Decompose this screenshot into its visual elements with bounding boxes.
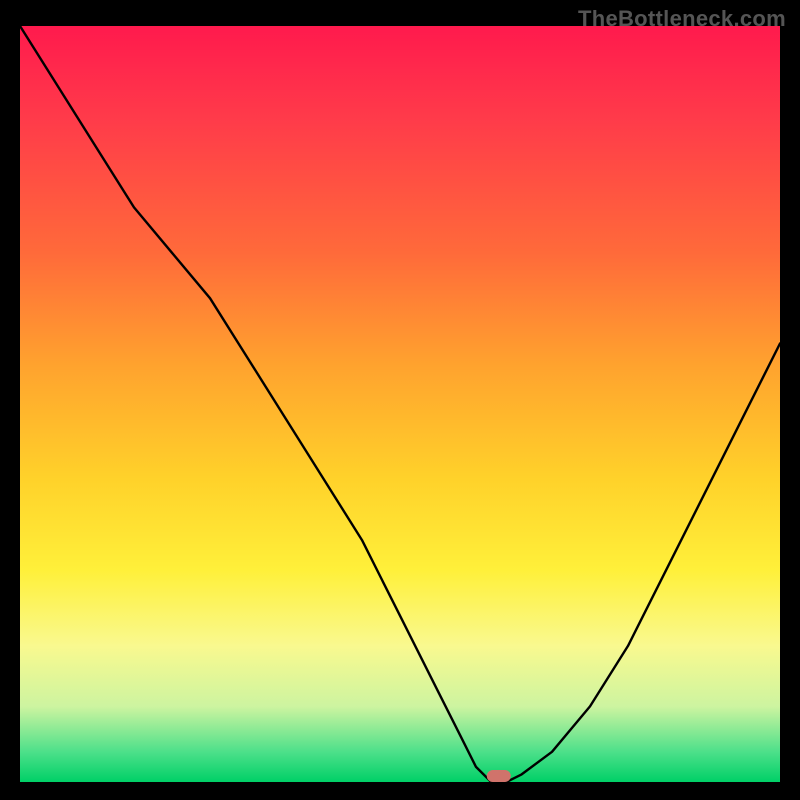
plot-area <box>20 26 780 782</box>
watermark-text: TheBottleneck.com <box>578 6 786 32</box>
bottleneck-curve <box>20 26 780 782</box>
chart-frame: TheBottleneck.com <box>0 0 800 800</box>
chart-overlay <box>20 26 780 782</box>
optimum-marker <box>487 770 511 782</box>
